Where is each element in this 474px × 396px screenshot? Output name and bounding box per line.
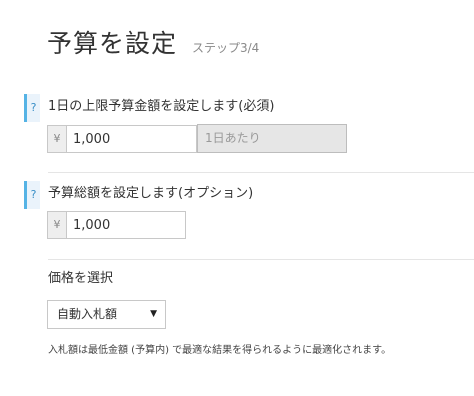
daily-budget-label: 1日の上限予算金額を設定します(必須): [48, 99, 275, 114]
step-indicator: ステップ3/4: [192, 41, 260, 55]
daily-budget-per-day-addon: 1日あたり: [197, 124, 347, 153]
section-divider: [48, 259, 474, 260]
daily-budget-currency-prefix: ¥: [47, 125, 66, 153]
total-budget-input[interactable]: [66, 211, 186, 239]
daily-budget-input[interactable]: [66, 125, 197, 153]
total-budget-label: 予算総額を設定します(オプション): [48, 186, 254, 201]
bid-help-text: 入札額は最低金額 (予算内) で最適な結果を得られるように最適化されます。: [48, 345, 392, 356]
bid-strategy-dropdown[interactable]: 自動入札額 ▼: [47, 300, 166, 329]
total-budget-help-icon[interactable]: ?: [24, 181, 40, 209]
chevron-down-icon: ▼: [150, 309, 157, 319]
total-budget-currency-prefix: ¥: [47, 211, 66, 239]
pricing-label: 価格を選択: [48, 271, 114, 286]
bid-strategy-selected-value: 自動入札額: [57, 307, 118, 321]
page-title: 予算を設定: [47, 29, 178, 58]
daily-budget-help-icon[interactable]: ?: [24, 94, 40, 122]
section-divider: [48, 172, 474, 173]
